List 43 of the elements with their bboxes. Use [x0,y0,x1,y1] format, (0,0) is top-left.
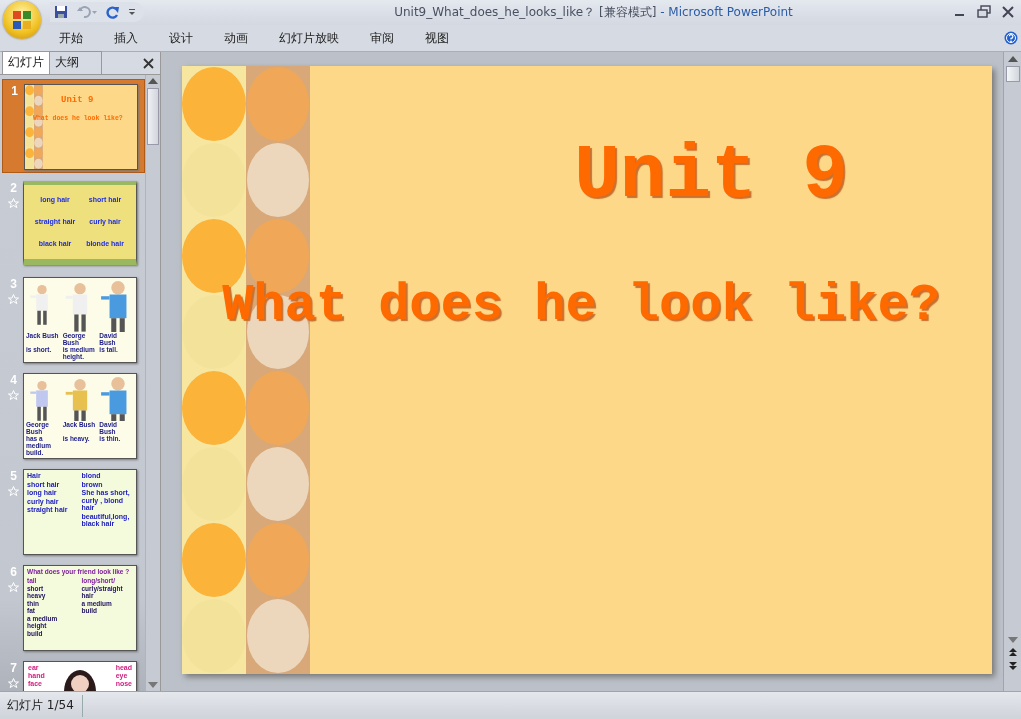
restore-icon[interactable] [977,5,991,20]
ribbon-tab[interactable]: 幻灯片放映 [268,26,350,50]
help-icon[interactable] [1004,31,1018,45]
slide-title: Unit 9 [61,95,94,106]
scrollbar[interactable] [1003,52,1021,692]
slide-number: 5 [10,469,17,484]
previous-slide-icon[interactable] [1007,647,1018,658]
panel-tab[interactable]: 幻灯片 [2,51,50,75]
scroll-down-icon[interactable] [148,682,158,689]
figure-drawing [30,381,48,422]
ribbon-tab[interactable]: 动画 [213,26,259,50]
redo-icon[interactable] [106,5,120,20]
ribbon-tab[interactable]: 插入 [103,26,149,50]
ribbon-tab[interactable]: 审阅 [359,26,405,50]
customize-icon[interactable] [128,7,136,18]
ribbon-tab[interactable]: 设计 [158,26,204,50]
scroll-up-icon[interactable] [1007,56,1018,63]
slide-indicator: 幻灯片 1/54 [6,697,75,715]
close-icon[interactable] [143,58,154,70]
slide-number: 6 [10,565,17,580]
ribbon-tab[interactable]: 视图 [414,26,460,50]
window-title: Unit9_What_does_he_looks_like？ [兼容模式] [394,4,657,19]
slide-number: 1 [11,84,18,99]
four-squares-icon [11,9,33,31]
save-icon[interactable] [54,5,68,20]
slide-subtitle: What does he look like? [222,276,940,336]
slide-title: Unit 9 [574,136,848,217]
slide-number: 3 [10,277,17,292]
next-slide-icon[interactable] [1007,661,1018,672]
figure-drawing [65,283,88,332]
scroll-up-icon[interactable] [148,78,158,85]
slide-number: 2 [10,181,17,196]
scroll-thumb[interactable] [1005,66,1020,83]
ribbon-tab[interactable]: 开始 [48,26,94,50]
slide-number: 7 [10,661,17,676]
panel-tab[interactable]: 大纲 [49,51,102,75]
slide-number: 4 [10,373,17,388]
app-name: - Microsoft PowerPoint [660,4,793,19]
figure-drawing [30,285,48,326]
scrollbar[interactable] [145,75,160,692]
close-icon[interactable] [1001,5,1015,20]
office-button[interactable] [3,1,41,39]
scroll-thumb[interactable] [147,88,159,146]
